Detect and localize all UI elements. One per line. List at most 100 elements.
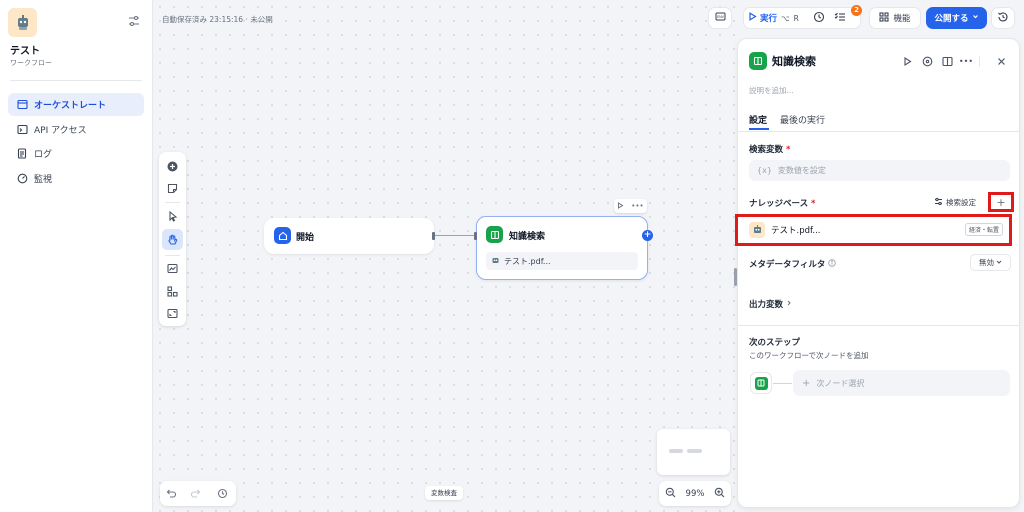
app-type: ワークフロー xyxy=(10,59,52,67)
sidebar-divider xyxy=(10,80,142,81)
knowledge-base-name: テスト.pdf... xyxy=(771,225,821,236)
dataset-icon xyxy=(749,221,765,238)
knowledge-node-input-handle[interactable] xyxy=(474,232,477,240)
features-button[interactable]: 機能 xyxy=(869,7,921,29)
query-variable-placeholder: 変数値を設定 xyxy=(777,166,826,175)
plus-icon: + xyxy=(802,377,811,389)
knowledge-retrieval-node[interactable]: 知識検索 テスト.pdf... xyxy=(474,216,648,280)
sidebar-item-api-access[interactable]: API アクセス xyxy=(8,118,144,141)
active-tab-indicator xyxy=(749,128,769,130)
add-note-icon[interactable] xyxy=(162,178,183,199)
app-name: テスト xyxy=(10,46,40,57)
metadata-filter-label: メタデータフィルタ xyxy=(749,258,837,270)
variable-icon: {x} xyxy=(757,166,772,175)
panel-title: 知識検索 xyxy=(772,55,816,68)
shortcut-key: ⌥ xyxy=(781,13,790,23)
redo-icon[interactable] xyxy=(188,486,203,501)
search-settings-button[interactable]: 検索設定 xyxy=(934,197,976,208)
more-icon[interactable]: ••• xyxy=(959,55,973,67)
sidebar-item-label: API アクセス xyxy=(34,125,87,136)
organize-nodes-icon[interactable] xyxy=(162,281,183,302)
dataset-icon xyxy=(491,256,500,267)
play-icon xyxy=(748,12,757,24)
undo-icon[interactable] xyxy=(164,486,179,501)
edge-start-to-knowledge xyxy=(434,235,478,236)
canvas-toolbar xyxy=(159,152,186,326)
knowledge-node-title: 知識検索 xyxy=(509,232,546,242)
sidebar-item-orchestrate[interactable]: オーケストレート xyxy=(8,93,144,116)
book-icon xyxy=(749,52,767,70)
fit-view-icon[interactable] xyxy=(162,303,183,324)
metadata-filter-value: 無効 xyxy=(979,258,994,267)
tabs-divider xyxy=(738,131,1019,132)
close-icon[interactable] xyxy=(995,55,1007,67)
run-button[interactable]: 実行 ⌥ R xyxy=(743,7,861,29)
features-label: 機能 xyxy=(893,14,911,24)
section-divider xyxy=(738,325,1019,326)
add-knowledge-base-button[interactable]: + xyxy=(988,192,1014,212)
zoom-out-icon[interactable] xyxy=(665,487,676,501)
output-variables-label: 出力変数 xyxy=(749,300,784,310)
version-history-button[interactable] xyxy=(991,7,1015,29)
book-icon xyxy=(754,376,768,390)
chevron-down-icon xyxy=(972,13,979,23)
svg-text:ENV: ENV xyxy=(717,15,725,19)
tab-settings[interactable]: 設定 xyxy=(749,113,767,126)
chevron-down-icon xyxy=(996,258,1002,267)
sidebar-item-label: ログ xyxy=(34,150,53,160)
add-next-node-icon[interactable]: + xyxy=(642,230,653,241)
start-node[interactable]: 開始 xyxy=(264,218,435,254)
hand-icon[interactable] xyxy=(162,229,183,250)
run-node-icon[interactable] xyxy=(617,201,624,211)
knowledge-base-item[interactable]: テスト.pdf... 経済・転置 xyxy=(749,219,1007,240)
add-node-icon[interactable] xyxy=(162,156,183,177)
sidebar-nav: オーケストレート API アクセス ログ 監視 xyxy=(8,93,144,191)
workflow-canvas[interactable] xyxy=(153,0,737,512)
next-step-description: このワークフローで次ノードを追加 xyxy=(749,351,869,360)
monitor-icon xyxy=(17,173,29,184)
query-variable-input[interactable]: {x} 変数値を設定 xyxy=(749,160,1010,181)
variable-inspect-button[interactable]: 変数検査 xyxy=(425,486,463,500)
sidebar-toggle-icon[interactable] xyxy=(128,15,140,27)
output-variables-toggle[interactable]: 出力変数 xyxy=(749,298,792,310)
metadata-filter-label-text: メタデータフィルタ xyxy=(749,260,826,270)
split-view-icon[interactable] xyxy=(941,55,953,67)
header-divider xyxy=(979,56,980,67)
knowledge-base-label-text: ナレッジベース xyxy=(749,199,809,209)
help-icon[interactable] xyxy=(921,55,933,67)
zoom-level[interactable]: 99% xyxy=(686,489,705,499)
zoom-in-icon[interactable] xyxy=(714,487,725,501)
history-icon[interactable] xyxy=(215,486,230,501)
publish-button[interactable]: 公開する xyxy=(926,7,987,29)
required-mark: * xyxy=(785,145,791,155)
run-step-icon[interactable] xyxy=(901,55,913,67)
metadata-filter-select[interactable]: 無効 xyxy=(970,254,1011,271)
next-step-connector xyxy=(773,383,792,384)
export-image-icon[interactable] xyxy=(162,258,183,279)
start-node-title: 開始 xyxy=(296,233,315,243)
run-history-icon[interactable] xyxy=(813,11,825,26)
terminal-icon xyxy=(17,124,29,135)
sidebar-item-monitor[interactable]: 監視 xyxy=(8,167,144,190)
query-variable-label-text: 検索変数 xyxy=(749,145,784,155)
log-icon xyxy=(17,148,29,159)
pointer-icon[interactable] xyxy=(162,206,183,227)
checklist-icon[interactable] xyxy=(834,11,846,26)
query-variable-label: 検索変数 * xyxy=(749,143,790,155)
next-step-title: 次のステップ xyxy=(749,338,801,348)
minimap[interactable] xyxy=(657,429,730,475)
description-field[interactable]: 説明を追加... xyxy=(749,85,794,96)
minimap-node xyxy=(687,449,702,453)
tab-last-run[interactable]: 最後の実行 xyxy=(780,113,825,126)
autosave-status: 自動保存済み 23:15:16 · 未公開 xyxy=(162,15,273,24)
book-icon xyxy=(486,226,503,243)
history-controls xyxy=(160,481,236,506)
more-icon[interactable]: ••• xyxy=(631,202,643,210)
select-next-node-button[interactable]: + 次ノード選択 xyxy=(793,370,1010,396)
start-node-output-handle[interactable] xyxy=(432,232,435,240)
info-icon xyxy=(828,258,837,270)
zoom-controls: 99% xyxy=(659,481,731,506)
environment-variables-button[interactable]: ENV xyxy=(708,7,732,29)
home-icon xyxy=(274,227,291,244)
sidebar-item-logs[interactable]: ログ xyxy=(8,142,144,165)
